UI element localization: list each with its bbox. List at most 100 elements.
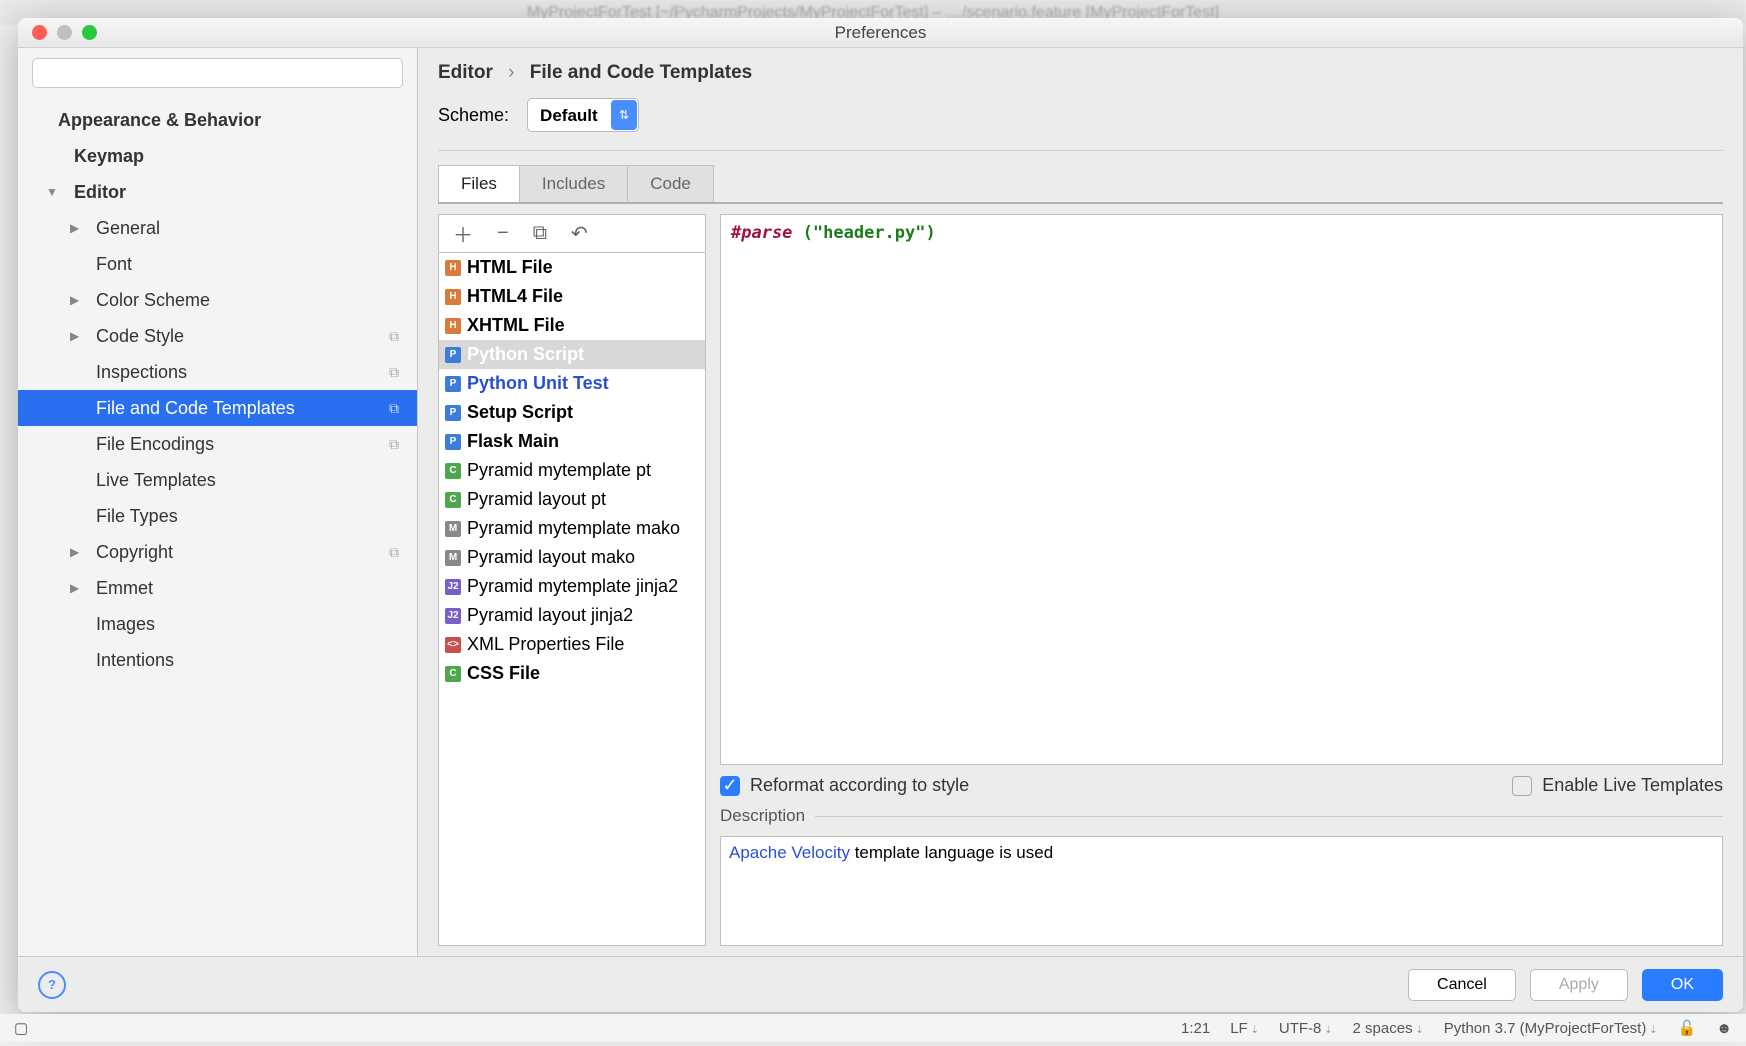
chevron-right-icon: › [498, 62, 524, 83]
project-scope-icon: ⧉ [389, 364, 399, 381]
breadcrumb-root[interactable]: Editor [438, 62, 493, 83]
sidebar-item-label: File Types [96, 506, 178, 527]
sidebar-item[interactable]: Intentions [18, 642, 417, 678]
project-scope-icon: ⧉ [389, 328, 399, 345]
template-name: HTML4 File [467, 286, 563, 307]
tab[interactable]: Code [627, 165, 714, 202]
template-list[interactable]: HHTML FileHHTML4 FileHXHTML FilePPython … [439, 253, 705, 945]
plus-icon[interactable]: ＋ [453, 219, 473, 248]
template-editor[interactable]: #parse ("header.py") [720, 214, 1723, 765]
preferences-dialog: Preferences 🔍 Appearance & BehaviorKeyma… [18, 18, 1743, 1012]
template-name: Pyramid layout jinja2 [467, 605, 633, 626]
file-type-icon: P [445, 405, 461, 421]
sidebar-item[interactable]: File Types [18, 498, 417, 534]
sidebar-item[interactable]: ▼Editor [18, 174, 417, 210]
sidebar-item-label: Images [96, 614, 155, 635]
checkbox-icon [1512, 776, 1532, 796]
file-type-icon: M [445, 521, 461, 537]
template-item[interactable]: PFlask Main [439, 427, 705, 456]
sidebar-item-label: Inspections [96, 362, 187, 383]
template-item[interactable]: HXHTML File [439, 311, 705, 340]
sidebar-item[interactable]: File and Code Templates⧉ [18, 390, 417, 426]
status-indent[interactable]: 2 spaces [1353, 1020, 1424, 1037]
sidebar-item-label: Code Style [96, 326, 184, 347]
sidebar-item-label: Intentions [96, 650, 174, 671]
sidebar-item-label: Keymap [74, 146, 144, 167]
template-item[interactable]: CPyramid layout pt [439, 485, 705, 514]
help-button[interactable]: ? [38, 971, 66, 999]
status-line-ending[interactable]: LF [1230, 1020, 1259, 1037]
inspector-icon[interactable]: ☻ [1716, 1020, 1732, 1037]
sidebar-item-label: Color Scheme [96, 290, 210, 311]
sidebar-item-label: Copyright [96, 542, 173, 563]
sidebar-item[interactable]: ▶ Color Scheme [18, 282, 417, 318]
template-item[interactable]: MPyramid layout mako [439, 543, 705, 572]
cancel-button[interactable]: Cancel [1408, 969, 1516, 1001]
sidebar-item-label: File Encodings [96, 434, 214, 455]
statusbar: ▢ 1:21 LF UTF-8 2 spaces Python 3.7 (MyP… [0, 1014, 1746, 1042]
sidebar-item[interactable]: ▶Code Style⧉ [18, 318, 417, 354]
reformat-checkbox[interactable]: ✓ Reformat according to style [720, 775, 969, 796]
template-item[interactable]: MPyramid mytemplate mako [439, 514, 705, 543]
template-item[interactable]: PPython Script [439, 340, 705, 369]
ok-button[interactable]: OK [1642, 969, 1723, 1001]
status-encoding[interactable]: UTF-8 [1279, 1020, 1333, 1037]
file-type-icon: M [445, 550, 461, 566]
sidebar-item-label: General [96, 218, 160, 239]
minus-icon[interactable]: − [497, 222, 509, 245]
sidebar-item[interactable]: ▶Copyright⧉ [18, 534, 417, 570]
sidebar-item[interactable]: Images [18, 606, 417, 642]
undo-icon[interactable]: ↶ [571, 221, 588, 246]
description-text: template language is used [850, 843, 1053, 862]
settings-tree[interactable]: Appearance & BehaviorKeymap▼Editor▶Gener… [18, 98, 417, 956]
sidebar-item[interactable]: Keymap [18, 138, 417, 174]
template-name: Flask Main [467, 431, 559, 452]
project-scope-icon: ⧉ [389, 436, 399, 453]
template-panel: ＋ − ⧉ ↶ HHTML FileHHTML4 FileHXHTML File… [438, 214, 706, 946]
scheme-select[interactable]: Default [527, 98, 639, 132]
file-type-icon: P [445, 376, 461, 392]
file-type-icon: H [445, 318, 461, 334]
layout-icon[interactable]: ▢ [14, 1019, 28, 1037]
template-item[interactable]: P Setup Script [439, 398, 705, 427]
status-python[interactable]: Python 3.7 (MyProjectForTest) [1444, 1020, 1658, 1037]
description-link[interactable]: Apache Velocity [729, 843, 850, 862]
template-item[interactable]: HHTML4 File [439, 282, 705, 311]
sidebar-item[interactable]: Live Templates [18, 462, 417, 498]
sidebar-item[interactable]: Inspections ⧉ [18, 354, 417, 390]
chevron-icon: ▶ [70, 545, 79, 559]
file-type-icon: H [445, 260, 461, 276]
lock-icon[interactable]: 🔓 [1678, 1019, 1697, 1037]
status-position[interactable]: 1:21 [1181, 1020, 1210, 1037]
tab[interactable]: Files [438, 165, 520, 202]
template-name: Setup Script [467, 402, 573, 423]
template-item[interactable]: <>XML Properties File [439, 630, 705, 659]
chevron-icon: ▶ [70, 293, 79, 307]
template-item[interactable]: P Python Unit Test [439, 369, 705, 398]
template-item[interactable]: HHTML File [439, 253, 705, 282]
sidebar-item[interactable]: ▶General [18, 210, 417, 246]
scheme-label: Scheme: [438, 105, 509, 126]
copy-icon[interactable]: ⧉ [533, 222, 547, 245]
template-item[interactable]: CCSS File [439, 659, 705, 688]
sidebar-item-label: Emmet [96, 578, 153, 599]
breadcrumb: Editor › File and Code Templates [438, 62, 1723, 98]
template-name: Python Unit Test [467, 373, 609, 394]
sidebar-item-label: Live Templates [96, 470, 216, 491]
sidebar-item[interactable]: File Encodings ⧉ [18, 426, 417, 462]
template-item[interactable]: CPyramid mytemplate pt [439, 456, 705, 485]
template-name: CSS File [467, 663, 540, 684]
template-item[interactable]: J2Pyramid mytemplate jinja2 [439, 572, 705, 601]
file-type-icon: J2 [445, 579, 461, 595]
sidebar-item[interactable]: ▶Emmet [18, 570, 417, 606]
sidebar-item[interactable]: Font [18, 246, 417, 282]
sidebar-item[interactable]: Appearance & Behavior [18, 102, 417, 138]
tab[interactable]: Includes [519, 165, 628, 202]
file-type-icon: C [445, 463, 461, 479]
checkbox-icon: ✓ [720, 776, 740, 796]
live-templates-checkbox[interactable]: Enable Live Templates [1512, 775, 1723, 796]
file-type-icon: <> [445, 637, 461, 653]
template-item[interactable]: J2Pyramid layout jinja2 [439, 601, 705, 630]
dialog-footer: ? Cancel Apply OK [18, 956, 1743, 1012]
search-input[interactable] [32, 58, 403, 88]
